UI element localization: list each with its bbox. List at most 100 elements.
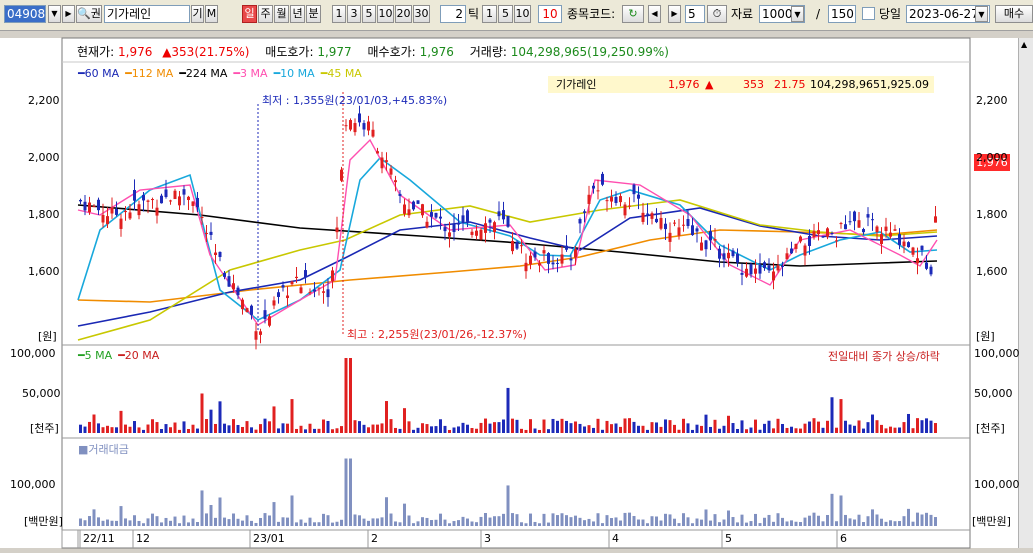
candle-body	[565, 245, 568, 250]
volume-bar	[358, 421, 361, 433]
amount-bar	[736, 522, 739, 526]
amount-bar	[808, 515, 811, 526]
volume-bar	[115, 427, 118, 433]
amount-bar	[281, 517, 285, 526]
amount-bar	[646, 523, 649, 526]
amount-bar	[601, 523, 604, 526]
volume-bar	[695, 424, 699, 433]
amount-bar	[484, 512, 487, 526]
amount-bar	[119, 506, 123, 526]
volume-bar	[155, 422, 159, 433]
amount-bar	[421, 517, 424, 526]
volume-bar	[470, 428, 474, 433]
date-label: 4	[612, 532, 619, 545]
volume-bar	[479, 422, 483, 433]
candle-body	[623, 204, 627, 216]
candle-body	[209, 231, 213, 235]
candle-body	[749, 264, 753, 275]
volume-bar	[740, 420, 744, 433]
volume-bar	[511, 418, 514, 433]
candle-body	[407, 209, 411, 216]
candle-body	[389, 168, 393, 175]
candle-body	[385, 160, 388, 162]
amount-bar	[308, 517, 312, 526]
amount-bar	[430, 520, 433, 526]
volume-bar	[749, 427, 753, 433]
volume-bar	[812, 418, 816, 433]
volume-bar	[232, 419, 235, 433]
volume-bar	[596, 418, 600, 433]
candle-body	[619, 196, 622, 203]
amount-bar	[929, 514, 933, 526]
candle-body	[601, 173, 604, 185]
amount-bar	[304, 522, 307, 526]
candle-body	[488, 219, 492, 223]
amount-bar	[340, 519, 343, 526]
amount-bar	[718, 522, 721, 526]
volume-bar	[857, 420, 861, 433]
candle-body	[353, 123, 357, 133]
amount-bar	[151, 513, 154, 526]
volume-bar	[587, 425, 591, 433]
amount-bar	[191, 518, 195, 526]
volume-bar	[79, 424, 82, 433]
candle-body	[403, 204, 406, 214]
amount-bar	[353, 514, 357, 526]
amount-bar	[839, 495, 843, 526]
amount-bar	[97, 517, 100, 526]
candle-body	[871, 219, 874, 221]
candle-body	[736, 253, 739, 263]
amount-bar	[124, 518, 127, 526]
volume-bar	[385, 401, 388, 433]
volume-bar	[308, 423, 312, 433]
candle-body	[677, 227, 681, 236]
volume-bar	[578, 423, 582, 433]
volume-bar	[434, 426, 438, 433]
candle-body	[520, 245, 523, 247]
volume-bar	[209, 409, 213, 433]
volume-bar	[835, 427, 838, 433]
candle-body	[763, 262, 766, 269]
candle-body	[929, 266, 933, 275]
amount-bar	[655, 516, 658, 526]
candle-body	[880, 234, 883, 244]
volume-bar	[236, 424, 240, 433]
volume-bar	[916, 418, 919, 433]
amount-bar	[349, 458, 352, 526]
candle-body	[299, 287, 303, 294]
candle-body	[164, 189, 168, 198]
amount-bar	[461, 516, 465, 526]
volume-bar	[668, 420, 672, 433]
volume-bar	[646, 429, 649, 433]
amount-bar	[803, 517, 807, 526]
amount-bar	[470, 521, 474, 526]
amount-bar	[664, 513, 667, 526]
amount-bar	[182, 515, 186, 526]
volume-bar	[524, 429, 528, 433]
volume-bar	[398, 428, 402, 433]
candle-body	[448, 232, 451, 237]
candle-body	[700, 242, 703, 251]
candle-body	[587, 194, 591, 204]
amount-bar	[727, 510, 730, 526]
amount-bar	[709, 520, 712, 526]
candle-body	[416, 200, 420, 204]
amount-bar	[272, 502, 276, 526]
candle-body	[439, 216, 442, 219]
candle-body	[457, 223, 460, 225]
amount-bar	[524, 523, 528, 526]
amount-bar	[659, 520, 663, 526]
candle-body	[632, 184, 636, 195]
volume-bar	[250, 427, 253, 433]
candle-body	[785, 253, 789, 260]
price-tick-right: 1,600	[976, 265, 1008, 278]
amount-bar	[610, 518, 613, 526]
candle-body	[776, 265, 780, 271]
candle-body	[254, 331, 258, 340]
candle-body	[826, 228, 829, 237]
date-label: 12	[136, 532, 150, 545]
legend-item-0: ━60 MA	[78, 67, 120, 80]
amount-bar	[812, 512, 816, 526]
volume-bar	[124, 424, 127, 433]
amount-bar	[344, 458, 348, 526]
